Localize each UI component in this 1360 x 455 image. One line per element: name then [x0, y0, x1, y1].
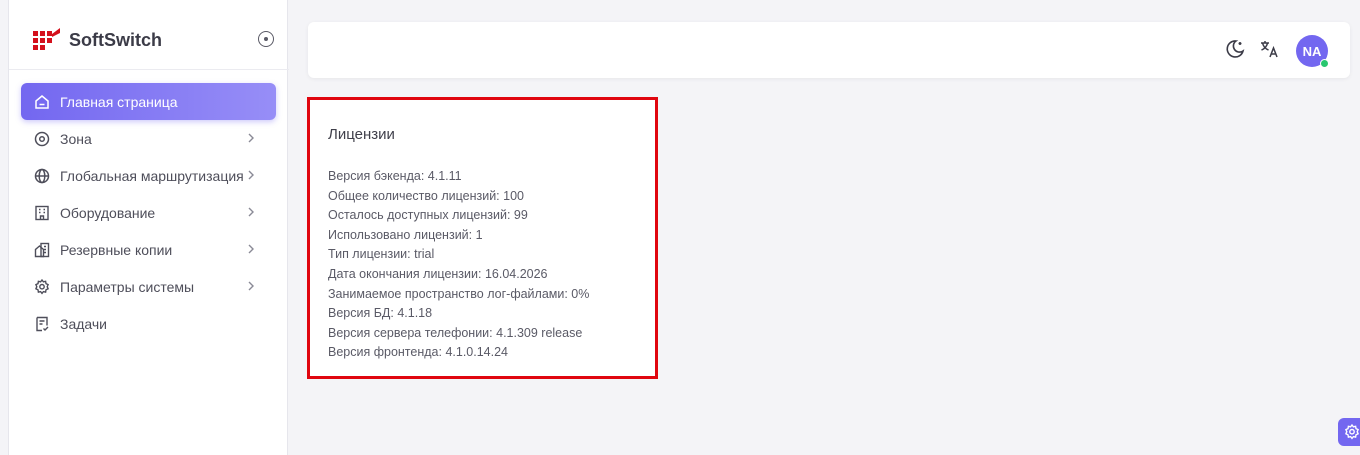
telephony-server-version: Версия сервера телефонии: 4.1.309 releas… [328, 325, 583, 340]
total-licenses: Общее количество лицензий: 100 [328, 188, 524, 203]
sidebar-item-label: Задачи [60, 315, 108, 332]
chevron-right-icon [248, 207, 254, 217]
sidebar-item-global-routing[interactable]: Глобальная маршрутизация [21, 157, 276, 194]
chevron-right-icon [248, 244, 254, 254]
license-card-title: Лицензии [328, 126, 395, 143]
sidebar-nav: Главная страница Зона Глобальная маршрут… [21, 83, 276, 342]
sidebar-collapse-button[interactable] [258, 31, 274, 47]
location-pin-icon [33, 130, 51, 148]
sidebar-item-label: Оборудование [60, 204, 156, 221]
globe-icon [33, 167, 51, 185]
sidebar-item-label: Резервные копии [60, 241, 173, 258]
brand-name: SoftSwitch [69, 30, 162, 50]
backup-icon [33, 241, 51, 259]
sidebar-item-tasks[interactable]: Задачи [21, 305, 276, 342]
topbar: NA [308, 22, 1350, 78]
building-icon [33, 204, 51, 222]
home-icon [33, 93, 51, 111]
used-licenses: Использовано лицензий: 1 [328, 227, 483, 242]
gear-icon [33, 278, 51, 296]
sidebar-item-equipment[interactable]: Оборудование [21, 194, 276, 231]
gear-icon [1344, 424, 1360, 440]
license-card: Лицензии Версия бэкенда: 4.1.11 Общее ко… [307, 97, 658, 379]
sidebar-item-label: Зона [60, 130, 92, 147]
sidebar-item-backups[interactable]: Резервные копии [21, 231, 276, 268]
sidebar-item-home[interactable]: Главная страница [21, 83, 276, 120]
chevron-right-icon [248, 133, 254, 143]
sidebar-item-zone[interactable]: Зона [21, 120, 276, 157]
db-version: Версия БД: 4.1.18 [328, 306, 433, 321]
sidebar: SoftSwitch Главная страница Зона Глобаль… [8, 0, 289, 455]
available-licenses: Осталось доступных лицензий: 99 [328, 208, 528, 223]
frontend-version: Версия фронтенда: 4.1.0.14.24 [328, 345, 508, 360]
log-space-usage: Занимаемое пространство лог-файлами: 0% [328, 286, 590, 301]
chevron-right-icon [248, 281, 254, 291]
task-list-icon [33, 315, 51, 333]
backend-version: Версия бэкенда: 4.1.11 [328, 169, 462, 183]
brand-header: SoftSwitch [9, 0, 289, 70]
online-status-badge [1320, 59, 1329, 68]
sidebar-item-system-settings[interactable]: Параметры системы [21, 268, 276, 305]
license-info-list: Версия бэкенда: 4.1.11 Общее количество … [328, 167, 589, 363]
sidebar-item-label: Параметры системы [60, 278, 195, 295]
license-type: Тип лицензии: trial [328, 247, 435, 262]
sidebar-item-label: Глобальная маршрутизация [60, 167, 244, 184]
translate-icon[interactable] [1259, 38, 1281, 60]
softswitch-logo-icon [33, 28, 60, 50]
app-root: SoftSwitch Главная страница Зона Глобаль… [0, 0, 1360, 455]
license-expiry-date: Дата окончания лицензии: 16.04.2026 [328, 266, 548, 281]
moon-icon[interactable] [1224, 38, 1246, 60]
sidebar-item-label: Главная страница [60, 93, 178, 110]
customizer-settings-button[interactable] [1338, 418, 1360, 446]
chevron-right-icon [248, 170, 254, 180]
